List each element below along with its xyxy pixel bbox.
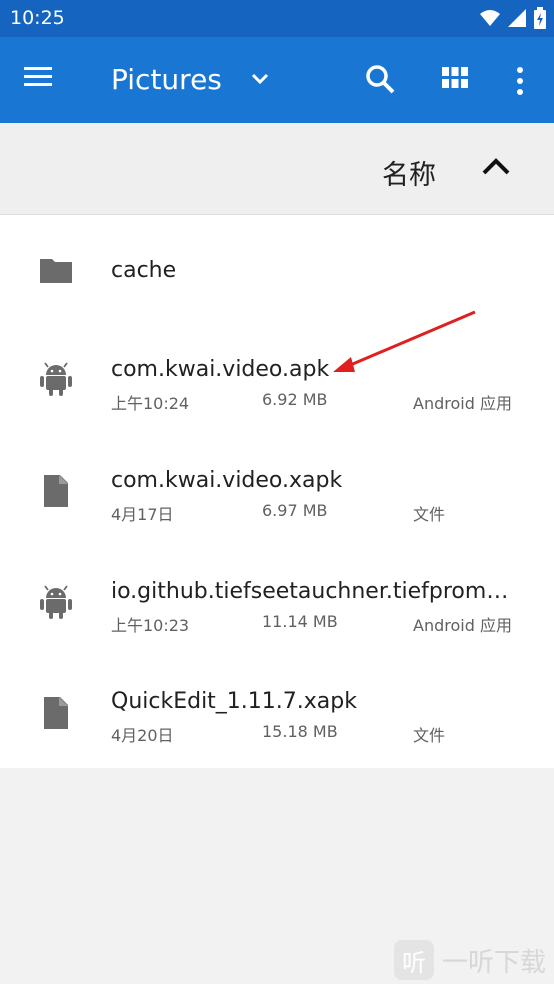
battery-icon xyxy=(534,7,546,29)
app-bar: Pictures xyxy=(0,37,554,123)
folder-icon xyxy=(40,259,72,283)
android-icon xyxy=(40,362,72,396)
file-list: cache com.kwai.video.apk 上午10:24 6.92 MB… xyxy=(0,215,554,768)
file-type: 文件 xyxy=(413,726,446,745)
chevron-up-icon xyxy=(482,158,510,175)
location-dropdown-button[interactable] xyxy=(248,67,276,95)
menu-button[interactable] xyxy=(22,65,62,95)
file-size: 6.97 MB xyxy=(262,501,328,520)
file-name: cache xyxy=(111,258,177,283)
watermark: 听 一听下载 xyxy=(394,940,546,980)
signal-icon xyxy=(508,9,526,27)
sort-direction-button[interactable] xyxy=(478,151,518,187)
grid-view-button[interactable] xyxy=(440,65,474,95)
file-size: 6.92 MB xyxy=(262,390,328,409)
more-options-button[interactable] xyxy=(508,65,532,97)
file-size: 15.18 MB xyxy=(262,722,338,741)
wifi-icon xyxy=(480,10,500,26)
watermark-logo: 听 xyxy=(394,940,434,980)
file-type: Android 应用 xyxy=(413,616,512,635)
list-item[interactable]: cache xyxy=(0,215,554,325)
file-type: 文件 xyxy=(413,505,446,524)
file-date: 4月17日 xyxy=(111,505,174,524)
list-item[interactable]: io.github.tiefseetauchner.tiefprompt… 上午… xyxy=(0,545,554,655)
android-icon xyxy=(40,585,72,619)
list-item[interactable]: com.kwai.video.apk 上午10:24 6.92 MB Andro… xyxy=(0,325,554,435)
file-size: 11.14 MB xyxy=(262,612,338,631)
sort-by-name-label[interactable]: 名称 xyxy=(382,153,436,192)
watermark-text: 一听下载 xyxy=(442,947,547,978)
search-icon xyxy=(366,65,395,94)
status-bar: 10:25 xyxy=(0,0,554,37)
search-button[interactable] xyxy=(364,63,398,97)
file-name: com.kwai.video.apk xyxy=(111,357,330,382)
more-vert-icon xyxy=(517,67,523,95)
page-title[interactable]: Pictures xyxy=(111,63,222,96)
list-item[interactable]: QuickEdit_1.11.7.xapk 4月20日 15.18 MB 文件 xyxy=(0,655,554,765)
sort-bar: 名称 xyxy=(0,123,554,215)
file-name: io.github.tiefseetauchner.tiefprompt… xyxy=(111,579,521,604)
file-date: 上午10:24 xyxy=(111,394,190,413)
file-icon xyxy=(44,697,68,729)
status-icons xyxy=(480,7,546,29)
grid-view-icon xyxy=(442,67,468,88)
file-icon xyxy=(44,475,68,507)
status-time: 10:25 xyxy=(10,7,65,29)
file-type: Android 应用 xyxy=(413,394,512,413)
menu-icon xyxy=(24,67,52,86)
file-name: com.kwai.video.xapk xyxy=(111,468,343,493)
file-name: QuickEdit_1.11.7.xapk xyxy=(111,689,357,714)
list-item[interactable]: com.kwai.video.xapk 4月17日 6.97 MB 文件 xyxy=(0,435,554,545)
file-date: 上午10:23 xyxy=(111,616,190,635)
file-date: 4月20日 xyxy=(111,726,174,745)
chevron-down-icon xyxy=(251,73,269,85)
